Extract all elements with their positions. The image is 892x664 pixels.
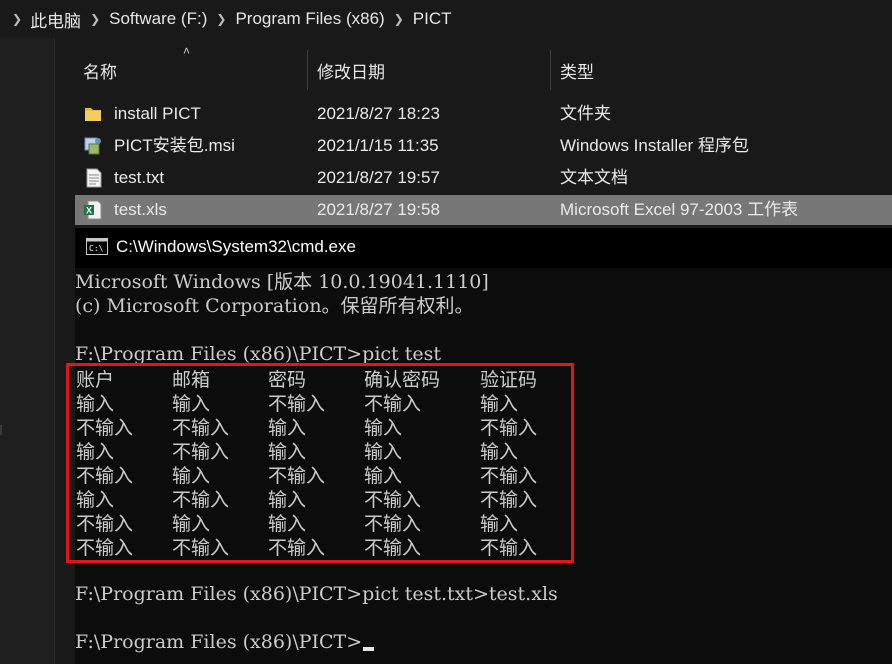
file-date: 2021/1/15 11:35 xyxy=(317,136,439,155)
svg-text:X: X xyxy=(86,206,92,216)
text-cursor xyxy=(363,647,375,651)
file-date: 2021/8/27 19:58 xyxy=(317,200,440,219)
sort-ascending-icon: ˄ xyxy=(183,44,191,58)
file-type: 文件夹 xyxy=(560,104,611,123)
console-prompt: F:\Program Files (x86)\PICT> xyxy=(75,631,363,653)
file-row-selected[interactable]: X test.xls 2021/8/27 19:58 Microsoft Exc… xyxy=(75,195,892,225)
breadcrumb-item-this-pc[interactable]: 此电脑 xyxy=(30,7,81,32)
msi-installer-icon xyxy=(84,137,101,155)
console-banner-line: Microsoft Windows [版本 10.0.19041.1110] xyxy=(75,271,489,293)
chevron-right-icon[interactable]: ❯ xyxy=(90,12,100,26)
column-header-name[interactable]: 名称 xyxy=(83,52,117,88)
file-row[interactable]: install PICT 2021/8/27 18:23 文件夹 xyxy=(75,99,892,129)
folder-icon xyxy=(85,108,101,121)
file-date: 2021/8/27 18:23 xyxy=(317,104,440,123)
file-name: test.txt xyxy=(114,168,165,187)
excel-file-icon: X xyxy=(84,200,102,220)
file-type: 文本文档 xyxy=(560,168,628,187)
column-divider[interactable] xyxy=(550,50,551,90)
text-file-icon xyxy=(86,168,102,188)
column-header-type-label: 类型 xyxy=(560,62,594,82)
breadcrumb-item-program-files[interactable]: Program Files (x86) xyxy=(235,9,384,29)
column-header-date[interactable]: 修改日期 xyxy=(317,52,385,88)
address-bar[interactable]: ❯ 此电脑 ❯ Software (F:) ❯ Program Files (x… xyxy=(0,0,892,38)
file-name: PICT安装包.msi xyxy=(114,136,235,155)
chevron-right-icon[interactable]: ❯ xyxy=(216,12,226,26)
console-prompt-line[interactable]: F:\Program Files (x86)\PICT> xyxy=(75,630,375,654)
chevron-right-icon[interactable]: ❯ xyxy=(394,12,404,26)
file-date: 2021/8/27 19:57 xyxy=(317,168,440,187)
file-type: Windows Installer 程序包 xyxy=(560,136,749,155)
file-row[interactable]: PICT安装包.msi 2021/1/15 11:35 Windows Inst… xyxy=(75,131,892,161)
breadcrumb-item-pict[interactable]: PICT xyxy=(413,9,452,29)
console-banner-line: (c) Microsoft Corporation。保留所有权利。 xyxy=(75,295,474,317)
nav-scroll-indicator xyxy=(0,425,2,435)
file-type: Microsoft Excel 97-2003 工作表 xyxy=(560,200,799,219)
console-command-line: F:\Program Files (x86)\PICT>pict test.tx… xyxy=(75,583,558,605)
navigation-pane[interactable] xyxy=(0,38,54,664)
breadcrumb-item-drive[interactable]: Software (F:) xyxy=(109,9,207,29)
cmd-title: C:\Windows\System32\cmd.exe xyxy=(116,237,356,256)
column-divider[interactable] xyxy=(307,50,308,90)
cmd-icon: C:\ xyxy=(86,238,108,255)
column-header-name-label: 名称 xyxy=(83,62,117,82)
column-header-date-label: 修改日期 xyxy=(317,62,385,82)
svg-text:C:\: C:\ xyxy=(89,244,104,253)
file-row[interactable]: test.txt 2021/8/27 19:57 文本文档 xyxy=(75,163,892,193)
file-name: install PICT xyxy=(114,104,201,123)
highlight-box xyxy=(66,363,574,563)
cmd-title-bar[interactable]: C:\ C:\Windows\System32\cmd.exe xyxy=(75,228,892,268)
column-header-type[interactable]: 类型 xyxy=(560,52,594,88)
file-name: test.xls xyxy=(114,200,167,219)
chevron-right-icon[interactable]: ❯ xyxy=(12,12,22,26)
file-list[interactable]: ˄ 名称 修改日期 类型 install PICT 2021/8/27 18:2… xyxy=(55,38,892,228)
